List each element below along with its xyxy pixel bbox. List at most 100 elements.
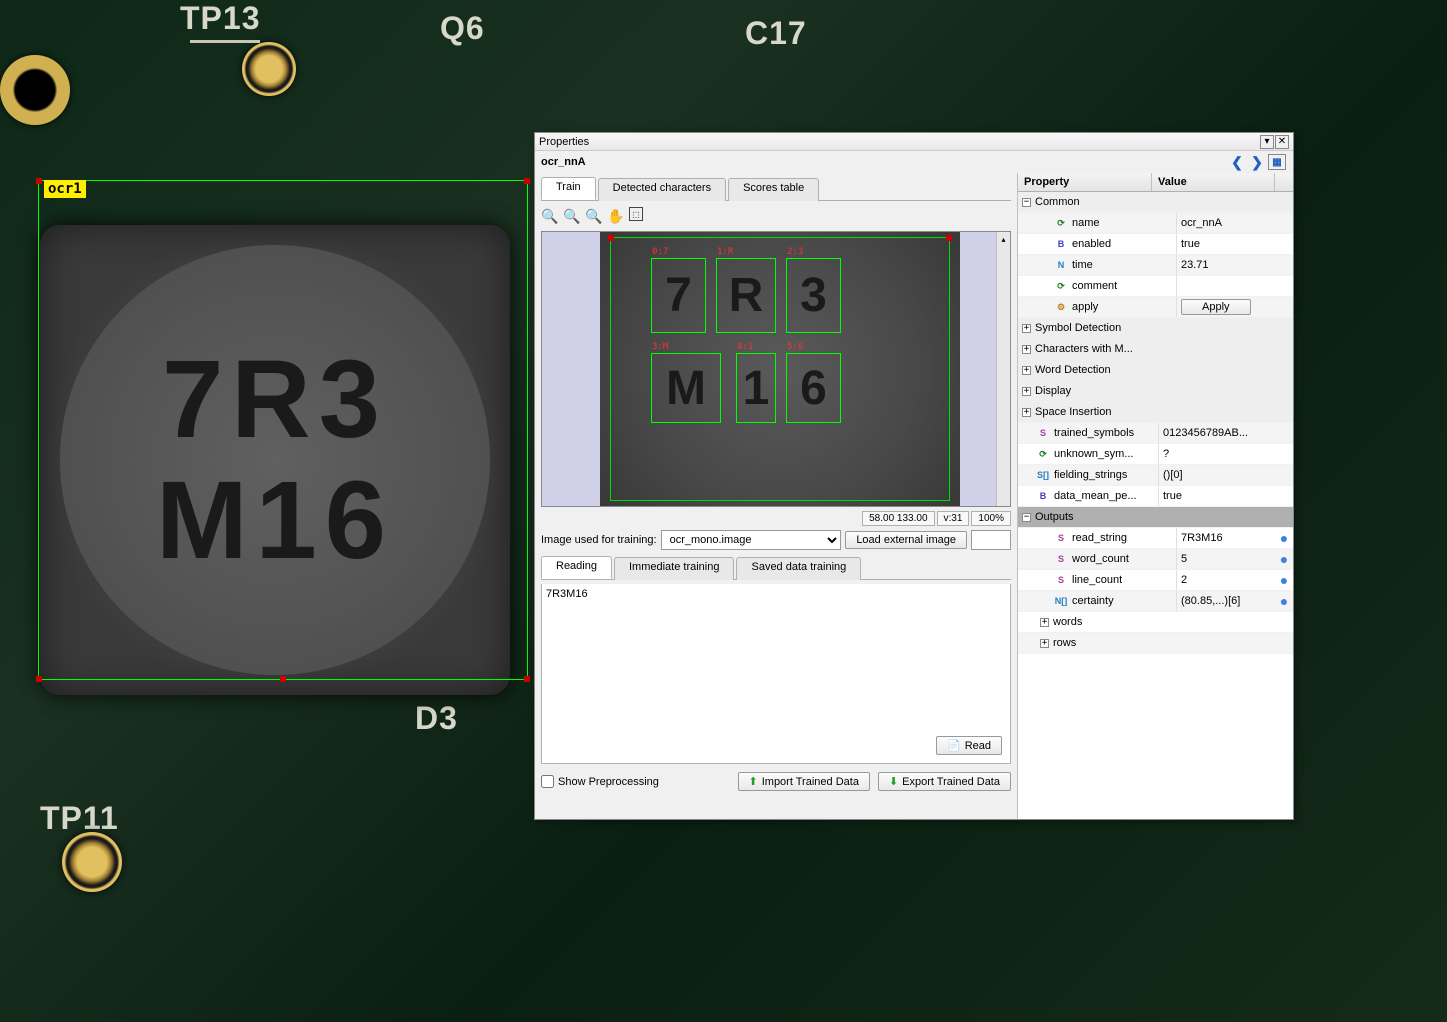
prop-comment[interactable]: ⟳ comment bbox=[1018, 276, 1293, 297]
zoom-in-icon[interactable]: 🔍 bbox=[563, 207, 581, 225]
prop-data-mean-pe[interactable]: B data_mean_pe... true bbox=[1018, 486, 1293, 507]
tab-train[interactable]: Train bbox=[541, 177, 596, 200]
export-trained-data-button[interactable]: ⬇ Export Trained Data bbox=[878, 772, 1011, 791]
prop-apply[interactable]: ⚙ apply Apply bbox=[1018, 297, 1293, 318]
scroll-up-icon[interactable]: ▴ bbox=[997, 232, 1010, 246]
prop-value[interactable]: true bbox=[1176, 234, 1293, 254]
prop-value[interactable]: 0123456789AB... bbox=[1158, 423, 1293, 443]
output-indicator-icon: ● bbox=[1275, 572, 1293, 588]
group-outputs[interactable]: − Outputs bbox=[1018, 507, 1293, 528]
train-roi[interactable]: 0:7 7 1:R R 2:3 3 3:M bbox=[610, 237, 950, 501]
roi-label[interactable]: ocr1 bbox=[44, 180, 86, 198]
group-characters-with-m[interactable]: + Characters with M... bbox=[1018, 339, 1293, 360]
nav-grid-icon[interactable]: ▦ bbox=[1268, 154, 1286, 170]
import-trained-data-button[interactable]: ⬆ Import Trained Data bbox=[738, 772, 870, 791]
panel-titlebar[interactable]: Properties ▾ ✕ bbox=[535, 133, 1293, 151]
roi-handle-se[interactable] bbox=[524, 676, 530, 682]
char-box-4[interactable]: 4:1 1 bbox=[736, 353, 776, 423]
char-box-0[interactable]: 0:7 7 bbox=[651, 258, 706, 333]
train-roi-handle[interactable] bbox=[608, 235, 614, 241]
panel-header: ocr_nnA ❮ ❯ ▦ bbox=[535, 151, 1293, 173]
expand-icon[interactable]: + bbox=[1022, 408, 1031, 417]
prop-line-count[interactable]: S line_count 2 ● bbox=[1018, 570, 1293, 591]
expand-icon[interactable]: + bbox=[1040, 618, 1049, 627]
training-image-view[interactable]: 0:7 7 1:R R 2:3 3 3:M bbox=[541, 231, 1011, 507]
subtab-immediate-training[interactable]: Immediate training bbox=[614, 557, 735, 580]
expand-icon[interactable]: + bbox=[1022, 387, 1031, 396]
select-region-icon[interactable]: ⬚ bbox=[629, 207, 643, 221]
roi-handle-s[interactable] bbox=[280, 676, 286, 682]
read-icon: 📄 bbox=[947, 739, 961, 752]
prop-value[interactable]: ()[0] bbox=[1158, 465, 1293, 485]
show-preprocessing-checkbox[interactable]: Show Preprocessing bbox=[541, 775, 659, 788]
group-words[interactable]: + words bbox=[1018, 612, 1293, 633]
load-external-image-button[interactable]: Load external image bbox=[845, 531, 967, 549]
image-source-label: Image used for training: bbox=[541, 534, 657, 546]
group-space-insertion[interactable]: + Space Insertion bbox=[1018, 402, 1293, 423]
expand-icon[interactable]: + bbox=[1040, 639, 1049, 648]
read-button[interactable]: 📄 Read bbox=[936, 736, 1002, 755]
group-symbol-detection[interactable]: + Symbol Detection bbox=[1018, 318, 1293, 339]
prop-value[interactable]: 23.71 bbox=[1176, 255, 1293, 275]
prop-unknown-symbol[interactable]: ⟳ unknown_sym... ? bbox=[1018, 444, 1293, 465]
group-rows[interactable]: + rows bbox=[1018, 633, 1293, 654]
pan-hand-icon[interactable]: ✋ bbox=[607, 207, 625, 225]
prop-label: time bbox=[1072, 259, 1176, 271]
prop-label: enabled bbox=[1072, 238, 1176, 250]
roi-handle-ne[interactable] bbox=[524, 178, 530, 184]
zoom-fit-icon[interactable]: 🔍 bbox=[585, 207, 603, 225]
image-source-select[interactable]: ocr_mono.image bbox=[661, 530, 842, 550]
prop-value[interactable] bbox=[1176, 276, 1293, 296]
show-preprocessing-input[interactable] bbox=[541, 775, 554, 788]
char-box-1[interactable]: 1:R R bbox=[716, 258, 776, 333]
external-image-path-input[interactable] bbox=[971, 530, 1011, 550]
prop-value[interactable]: true bbox=[1158, 486, 1293, 506]
expand-icon[interactable]: + bbox=[1022, 366, 1031, 375]
prop-enabled[interactable]: B enabled true bbox=[1018, 234, 1293, 255]
nav-prev-icon[interactable]: ❮ bbox=[1228, 154, 1246, 170]
prop-word-count[interactable]: S word_count 5 ● bbox=[1018, 549, 1293, 570]
char-box-3[interactable]: 3:M M bbox=[651, 353, 721, 423]
train-scrollbar[interactable]: ▴ bbox=[996, 232, 1010, 506]
prop-time[interactable]: N time 23.71 bbox=[1018, 255, 1293, 276]
group-word-detection[interactable]: + Word Detection bbox=[1018, 360, 1293, 381]
header-property[interactable]: Property bbox=[1018, 173, 1152, 191]
prop-value[interactable]: ocr_nnA bbox=[1176, 213, 1293, 233]
prop-fielding-strings[interactable]: S[] fielding_strings ()[0] bbox=[1018, 465, 1293, 486]
panel-dropdown-icon[interactable]: ▾ bbox=[1260, 135, 1274, 149]
prop-trained-symbols[interactable]: S trained_symbols 0123456789AB... bbox=[1018, 423, 1293, 444]
panel-close-icon[interactable]: ✕ bbox=[1275, 135, 1289, 149]
prop-name[interactable]: ⟳ name ocr_nnA bbox=[1018, 213, 1293, 234]
group-common[interactable]: − Common bbox=[1018, 192, 1293, 213]
char-box-5[interactable]: 5:6 6 bbox=[786, 353, 841, 423]
zoom-out-icon[interactable]: 🔍 bbox=[541, 207, 559, 225]
collapse-icon[interactable]: − bbox=[1022, 513, 1031, 522]
roi-handle-sw[interactable] bbox=[36, 676, 42, 682]
char-box-2[interactable]: 2:3 3 bbox=[786, 258, 841, 333]
tab-detected-characters[interactable]: Detected characters bbox=[598, 178, 726, 201]
collapse-icon[interactable]: − bbox=[1022, 198, 1031, 207]
expand-icon[interactable]: + bbox=[1022, 324, 1031, 333]
train-roi-handle[interactable] bbox=[946, 235, 952, 241]
roi-handle-nw[interactable] bbox=[36, 178, 42, 184]
prop-value[interactable]: ? bbox=[1158, 444, 1293, 464]
char-glyph: R bbox=[719, 261, 773, 330]
expand-icon[interactable]: + bbox=[1022, 345, 1031, 354]
group-display[interactable]: + Display bbox=[1018, 381, 1293, 402]
roi-rectangle[interactable] bbox=[38, 180, 528, 680]
nav-next-icon[interactable]: ❯ bbox=[1248, 154, 1266, 170]
subtab-reading[interactable]: Reading bbox=[541, 556, 612, 579]
prop-certainty[interactable]: N[] certainty (80.85,...)[6] ● bbox=[1018, 591, 1293, 612]
apply-button[interactable]: Apply bbox=[1181, 299, 1251, 315]
train-view-image[interactable]: 0:7 7 1:R R 2:3 3 3:M bbox=[600, 232, 960, 506]
image-source-row: Image used for training: ocr_mono.image … bbox=[541, 530, 1011, 550]
export-icon: ⬇ bbox=[889, 775, 898, 788]
read-button-label: Read bbox=[965, 740, 991, 752]
prop-read-string[interactable]: S read_string 7R3M16 ● bbox=[1018, 528, 1293, 549]
header-value[interactable]: Value bbox=[1152, 173, 1275, 191]
output-indicator-icon: ● bbox=[1275, 593, 1293, 609]
group-label: Common bbox=[1035, 196, 1080, 208]
subtab-saved-data-training[interactable]: Saved data training bbox=[736, 557, 861, 580]
tab-scores-table[interactable]: Scores table bbox=[728, 178, 819, 201]
prop-label: data_mean_pe... bbox=[1054, 490, 1158, 502]
